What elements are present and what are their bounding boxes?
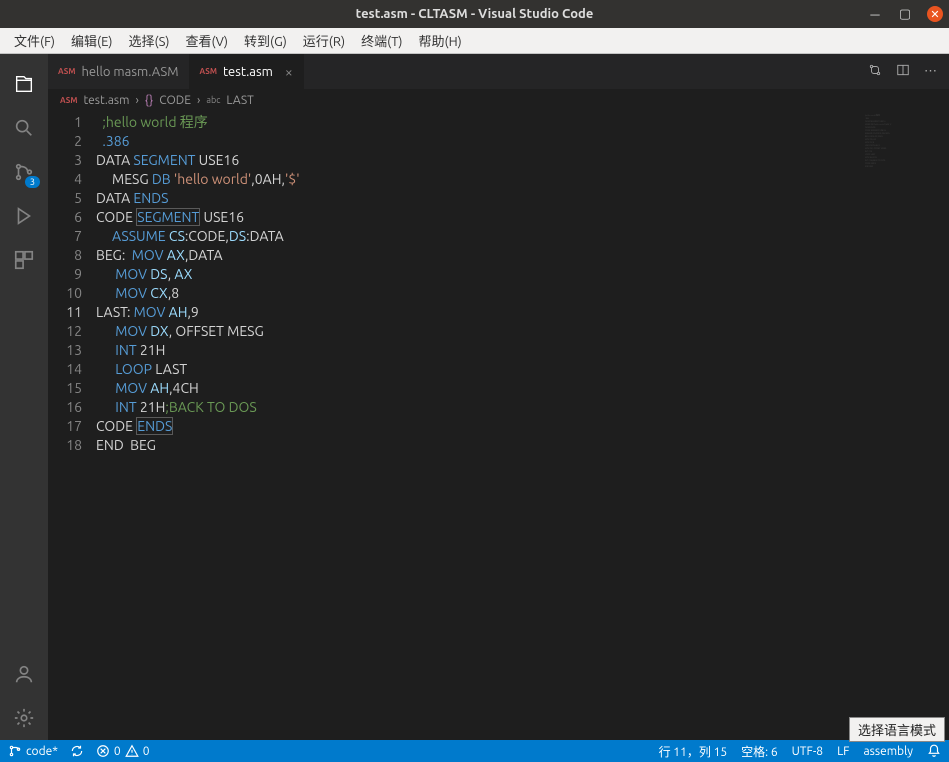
- menu-help[interactable]: 帮助(H): [411, 31, 470, 50]
- search-icon[interactable]: [0, 106, 48, 150]
- run-debug-icon[interactable]: [0, 194, 48, 238]
- asm-icon: ASM: [60, 96, 77, 105]
- menu-edit[interactable]: 编辑(E): [63, 31, 120, 50]
- menu-go[interactable]: 转到(G): [236, 31, 295, 50]
- extensions-icon[interactable]: [0, 238, 48, 282]
- menu-select[interactable]: 选择(S): [121, 31, 178, 50]
- menu-view[interactable]: 查看(V): [178, 31, 236, 50]
- tab-hello-masm[interactable]: ASM hello masm.ASM: [48, 54, 190, 89]
- code-content[interactable]: ;hello world 程序 .386DATA SEGMENT USE16 M…: [96, 111, 300, 740]
- window-title: test.asm - CLTASM - Visual Studio Code: [356, 7, 594, 21]
- status-eol[interactable]: LF: [837, 745, 849, 758]
- breadcrumb-file[interactable]: test.asm: [83, 94, 129, 107]
- menu-file[interactable]: 文件(F): [6, 31, 63, 50]
- asm-icon: ASM: [58, 67, 75, 76]
- editor-area: ASM hello masm.ASM ASM test.asm × ⋯ ASM …: [48, 54, 949, 740]
- split-editor-icon[interactable]: [896, 63, 910, 80]
- tab-label: hello masm.ASM: [81, 65, 178, 79]
- language-mode-tooltip: 选择语言模式: [849, 717, 945, 742]
- line-number-gutter: 123456789101112131415161718: [48, 111, 96, 740]
- tab-label: test.asm: [223, 65, 273, 79]
- status-branch[interactable]: code*: [8, 744, 58, 758]
- scm-badge: 3: [25, 176, 40, 188]
- breadcrumb[interactable]: ASM test.asm › {} CODE › abc LAST: [48, 89, 949, 111]
- symbol-icon: abc: [206, 95, 220, 105]
- account-icon[interactable]: [0, 652, 48, 696]
- breadcrumb-symbol[interactable]: LAST: [226, 94, 253, 107]
- status-language-mode[interactable]: assembly: [863, 745, 913, 758]
- status-encoding[interactable]: UTF-8: [792, 745, 823, 758]
- compare-changes-icon[interactable]: [868, 63, 882, 80]
- asm-icon: ASM: [200, 67, 217, 76]
- menu-terminal[interactable]: 终端(T): [353, 31, 410, 50]
- activity-bar: 3: [0, 54, 48, 740]
- more-actions-icon[interactable]: ⋯: [924, 64, 937, 79]
- status-problems[interactable]: 0 0: [96, 744, 150, 758]
- status-notifications-icon[interactable]: [927, 744, 941, 758]
- status-cursor-position[interactable]: 行 11，列 15: [659, 743, 728, 760]
- minimize-button[interactable]: ─: [867, 6, 883, 22]
- menu-bar: 文件(F) 编辑(E) 选择(S) 查看(V) 转到(G) 运行(R) 终端(T…: [0, 28, 949, 54]
- explorer-icon[interactable]: [0, 62, 48, 106]
- menu-run[interactable]: 运行(R): [295, 31, 353, 50]
- settings-icon[interactable]: [0, 696, 48, 740]
- breadcrumb-segment[interactable]: CODE: [159, 94, 191, 107]
- close-button[interactable]: ✕: [927, 6, 943, 22]
- editor-tabs: ASM hello masm.ASM ASM test.asm × ⋯: [48, 54, 949, 89]
- source-control-icon[interactable]: 3: [0, 150, 48, 194]
- code-editor[interactable]: 123456789101112131415161718 ;hello world…: [48, 111, 949, 740]
- status-sync[interactable]: [70, 744, 84, 758]
- namespace-icon: {}: [145, 94, 153, 107]
- status-bar: code* 0 0 行 11，列 15 空格: 6 UTF-8 LF assem…: [0, 740, 949, 762]
- close-tab-icon[interactable]: ×: [285, 64, 293, 80]
- title-bar: test.asm - CLTASM - Visual Studio Code ─…: [0, 0, 949, 28]
- status-indentation[interactable]: 空格: 6: [741, 743, 777, 760]
- maximize-button[interactable]: ▢: [897, 6, 913, 22]
- tab-test-asm[interactable]: ASM test.asm ×: [190, 54, 304, 89]
- window-controls: ─ ▢ ✕: [867, 6, 943, 22]
